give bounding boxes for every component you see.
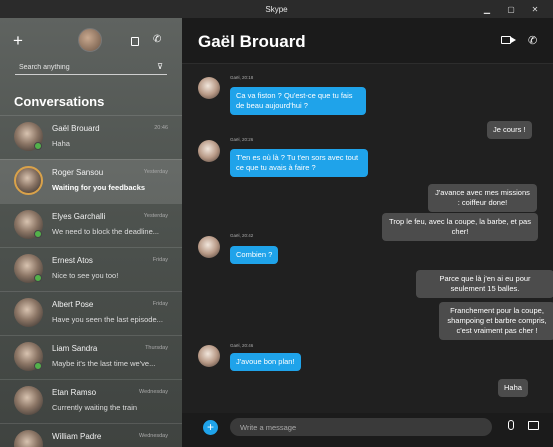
avatar [14, 386, 43, 415]
window-title: Skype [265, 4, 288, 14]
microphone-icon[interactable] [508, 420, 514, 430]
message-preview: We need to block the deadline... [52, 227, 160, 236]
conversation-item[interactable]: Elyes Garchalli We need to block the dead… [0, 203, 182, 247]
timestamp: Yesterday [143, 213, 168, 219]
sidebar: + ✆ ⊽ Conversations Gaël Brouard Haha 20:4… [0, 18, 182, 447]
timestamp: Friday [152, 301, 168, 307]
message-preview: Maybe it's the last time we've... [52, 359, 156, 368]
conversation-list: Gaël Brouard Haha 20:46 Roger Sansou Waiting… [0, 115, 182, 447]
minimize-icon[interactable]: ▁ [475, 0, 499, 18]
sender-avatar [198, 77, 220, 99]
contact-name: Gaël Brouard [52, 124, 100, 133]
timestamp: Thursday [145, 345, 168, 351]
conversation-item[interactable]: William Padre Wednesday [0, 423, 182, 447]
online-status-icon [34, 362, 42, 370]
outgoing-message: Trop le feu, avec la coupe, la barbe, et… [382, 213, 538, 241]
timestamp: Yesterday [143, 169, 168, 175]
call-icon[interactable]: ✆ [153, 34, 161, 45]
conversation-item[interactable]: Liam Sandra Maybe it's the last time we'v… [0, 335, 182, 379]
contact-name: Gaël Brouard [198, 32, 306, 51]
message-meta: Gaël, 20:26 [230, 137, 254, 142]
chat-header: Gaël Brouard ✆ [182, 18, 553, 64]
message-bubble: T'en es où là ? Tu t'en sors avec tout c… [230, 149, 368, 177]
composer: + [182, 413, 553, 447]
maximize-icon[interactable]: ▢ [499, 0, 523, 18]
title-bar: Skype ▁ ▢ ✕ [0, 0, 553, 18]
conversation-item[interactable]: Albert Pose Have you seen the last episod… [0, 291, 182, 335]
contacts-icon[interactable] [131, 37, 139, 46]
timestamp: Wednesday [139, 389, 168, 395]
conversation-item[interactable]: Gaël Brouard Haha 20:46 [0, 115, 182, 159]
sender-avatar [198, 236, 220, 258]
conversation-item[interactable]: Roger Sansou Waiting for you feedbacks Yes… [0, 159, 182, 203]
outgoing-message: Haha [498, 379, 528, 397]
message-meta: Gaël, 20:18 [230, 75, 254, 80]
timestamp: 20:46 [154, 125, 168, 131]
message-bubble: J'avoue bon plan! [230, 353, 301, 371]
outgoing-message: Franchement pour la coupe, shampoing et … [439, 302, 553, 340]
online-status-icon [34, 274, 42, 282]
message-bubble: Combien ? [230, 246, 279, 264]
message-preview: Nice to see you too! [52, 271, 119, 280]
image-icon[interactable] [528, 421, 539, 430]
audio-call-icon[interactable]: ✆ [528, 34, 537, 47]
contact-name: Roger Sansou [52, 168, 104, 177]
timestamp: Wednesday [139, 433, 168, 439]
message-bubble: Ca va fiston ? Qu'est-ce que tu fais de … [230, 87, 366, 115]
search-input[interactable] [15, 64, 145, 71]
message-meta: Gaël, 20:46 [230, 343, 254, 348]
chat-pane: Gaël Brouard ✆ Gaël, 20:18 Ca va fiston ?… [182, 18, 553, 447]
outgoing-message: Je cours ! [487, 121, 532, 139]
message-preview: Haha [52, 139, 70, 148]
outgoing-message: J'avance avec mes missions : coiffeur do… [428, 184, 537, 212]
new-chat-button[interactable]: + [13, 32, 23, 49]
contact-name: Albert Pose [52, 300, 94, 309]
message-preview: Have you seen the last episode... [52, 315, 163, 324]
contact-name: Liam Sandra [52, 344, 98, 353]
conversations-heading: Conversations [14, 94, 105, 109]
my-avatar[interactable] [78, 28, 102, 52]
contact-name: William Padre [52, 432, 102, 441]
contact-name: Ernest Atos [52, 256, 93, 265]
message-input[interactable] [230, 418, 492, 436]
sender-avatar [198, 345, 220, 367]
video-call-icon[interactable] [501, 36, 516, 44]
contact-name: Etan Ramso [52, 388, 97, 397]
conversation-item[interactable]: Ernest Atos Nice to see you too! Friday [0, 247, 182, 291]
add-attachment-button[interactable]: + [203, 420, 218, 435]
avatar [14, 430, 43, 447]
search-bar: ⊽ [15, 61, 167, 75]
timestamp: Friday [152, 257, 168, 263]
filter-icon[interactable]: ⊽ [157, 62, 163, 71]
conversation-item[interactable]: Etan Ramso Currently waiting the train Wed… [0, 379, 182, 423]
contact-name: Elyes Garchalli [52, 212, 106, 221]
message-preview: Waiting for you feedbacks [52, 183, 146, 192]
avatar [14, 298, 43, 327]
message-preview: Currently waiting the train [52, 403, 138, 412]
message-meta: Gaël, 20:42 [230, 233, 254, 238]
outgoing-message: Parce que là j'en ai eu pour seulement 1… [416, 270, 553, 298]
message-list: Gaël, 20:18 Ca va fiston ? Qu'est-ce que … [182, 65, 553, 413]
online-status-icon [34, 230, 42, 238]
avatar [14, 166, 43, 195]
sender-avatar [198, 140, 220, 162]
online-status-icon [34, 142, 42, 150]
close-icon[interactable]: ✕ [523, 0, 547, 18]
